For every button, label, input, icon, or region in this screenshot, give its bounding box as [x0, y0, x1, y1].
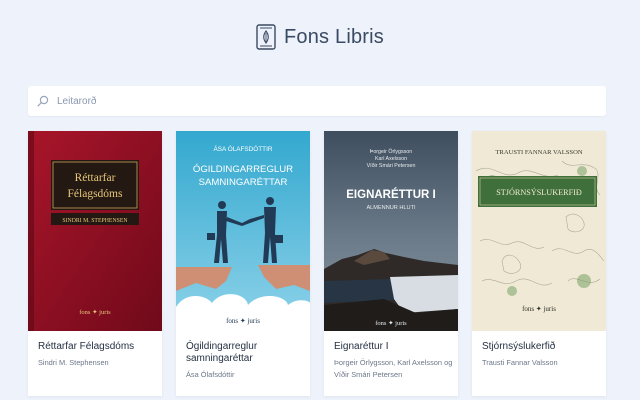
search-input[interactable] — [57, 91, 597, 111]
cover-subtitle: ALMENNUR HLUTI — [366, 205, 416, 211]
book-logo-icon[interactable] — [256, 24, 276, 50]
cover-publisher: fons ✦ juris — [522, 305, 556, 313]
cover-publisher: fons ✦ juris — [226, 317, 260, 325]
cover-title-line1: Réttarfar — [75, 172, 116, 184]
cover-publisher: fons ✦ juris — [79, 308, 111, 316]
book-card[interactable]: Réttarfar Félagsdóms SINDRI M. STEPHENSE… — [28, 131, 162, 396]
book-cover[interactable]: Þorgeir Örlygsson Karl Axelsson Víðir Sm… — [324, 131, 458, 331]
cover-publisher: fons ✦ juris — [375, 319, 407, 327]
book-author-line2: Víðir Smári Petersen — [334, 370, 403, 379]
cover-author: SINDRI M. STEPHENSEN — [62, 218, 128, 224]
book-card[interactable]: ÁSA ÓLAFSDÓTTIR ÓGILDINGARREGLUR SAMNING… — [176, 131, 310, 396]
book-author-line1: Þorgeir Örlygsson, Karl Axelsson og — [334, 358, 453, 367]
book-cover[interactable]: Réttarfar Félagsdóms SINDRI M. STEPHENSE… — [28, 131, 162, 331]
cover-author-1: Þorgeir Örlygsson — [370, 148, 412, 155]
header: Fons Libris — [0, 22, 640, 52]
cover-author-3: Víðir Smári Petersen — [367, 162, 416, 169]
search-icon — [37, 95, 49, 107]
book-card[interactable]: TRAUSTI FANNAR VALSSON STJÓRNSÝSLUKERFIÐ… — [472, 131, 606, 396]
cover-title-line2: SAMNINGARÉTTAR — [199, 177, 288, 188]
cover-title: STJÓRNSÝSLUKERFIÐ — [496, 187, 582, 197]
cover-author: TRAUSTI FANNAR VALSSON — [495, 149, 582, 156]
book-author: Ása Ólafsdóttir — [186, 370, 235, 379]
cover-title-line2: Félagsdóms — [68, 188, 123, 200]
cover-author-2: Karl Axelsson — [375, 156, 407, 162]
book-cover[interactable]: TRAUSTI FANNAR VALSSON STJÓRNSÝSLUKERFIÐ… — [472, 131, 606, 331]
book-author: Sindri M. Stephensen — [38, 358, 109, 367]
book-card[interactable]: Þorgeir Örlygsson Karl Axelsson Víðir Sm… — [324, 131, 458, 396]
book-author: Trausti Fannar Valsson — [482, 358, 558, 367]
book-title[interactable]: Stjórnsýslukerfið — [482, 341, 600, 353]
search-bar[interactable] — [28, 86, 606, 116]
cover-title-line1: ÓGILDINGARREGLUR — [193, 164, 293, 175]
book-cover[interactable]: ÁSA ÓLAFSDÓTTIR ÓGILDINGARREGLUR SAMNING… — [176, 131, 310, 331]
book-title[interactable]: Ógildingarreglur samningaréttar — [186, 341, 304, 365]
book-title[interactable]: Réttarfar Félagsdóms — [38, 341, 156, 353]
book-title[interactable]: Eignaréttur I — [334, 341, 452, 353]
brand-name[interactable]: Fons Libris — [284, 26, 384, 49]
cover-author: ÁSA ÓLAFSDÓTTIR — [214, 144, 273, 153]
cover-title: EIGNARÉTTUR I — [346, 188, 435, 201]
book-grid: Réttarfar Félagsdóms SINDRI M. STEPHENSE… — [28, 131, 606, 400]
